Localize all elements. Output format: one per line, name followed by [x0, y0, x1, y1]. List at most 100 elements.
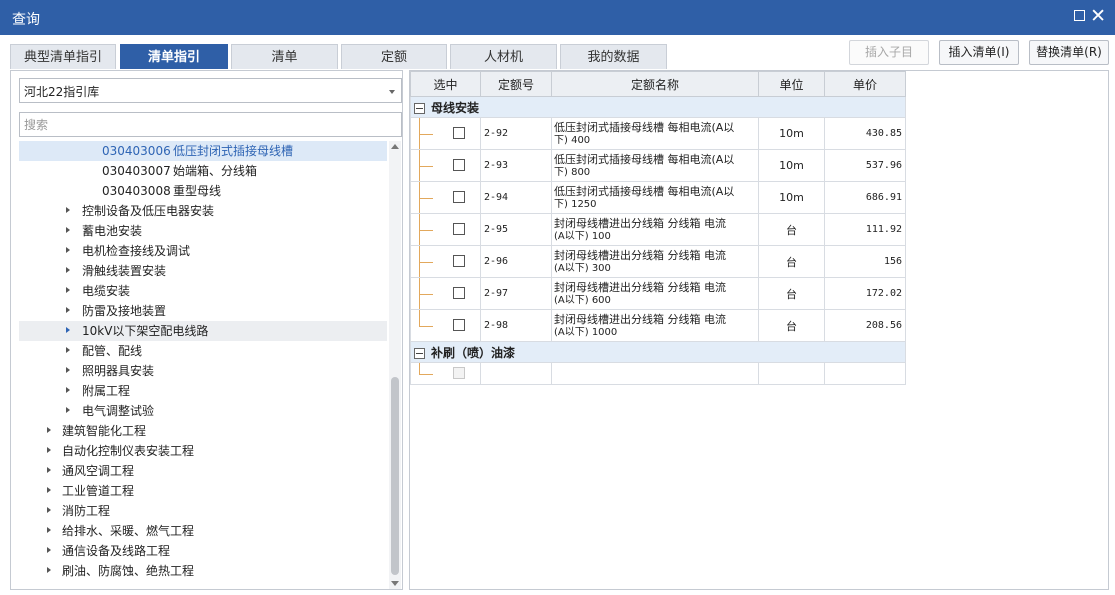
tree-item[interactable]: 消防工程: [19, 501, 387, 521]
tree-item[interactable]: 配管、配线: [19, 341, 387, 361]
tree-item[interactable]: 刷油、防腐蚀、绝热工程: [19, 561, 387, 581]
group-cell: 母线安装: [410, 96, 906, 118]
expand-arrow-icon[interactable]: [66, 307, 70, 313]
tab-quota[interactable]: 定额: [341, 44, 447, 69]
tree-item[interactable]: 控制设备及低压电器安装: [19, 201, 387, 221]
group-row[interactable]: 母线安装: [410, 96, 906, 118]
replace-list-button[interactable]: 替换清单(R): [1029, 40, 1109, 65]
column-header-name[interactable]: 定额名称: [551, 71, 759, 97]
tab-labor-material-machine[interactable]: 人材机: [450, 44, 557, 69]
quota-name-line1: 封闭母线槽进出分线箱 分线箱 电流: [554, 248, 726, 262]
library-select[interactable]: 河北22指引库: [19, 78, 402, 103]
tree-item[interactable]: 10kV以下架空配电线路: [19, 321, 387, 341]
tree-item-code: 030403008: [102, 184, 171, 198]
tree-item[interactable]: 给排水、采暖、燃气工程: [19, 521, 387, 541]
scroll-down-arrow-icon[interactable]: [391, 581, 399, 586]
quota-unit: 10m: [758, 117, 825, 150]
collapse-icon[interactable]: [414, 347, 425, 359]
tree-item[interactable]: 蓄电池安装: [19, 221, 387, 241]
column-header-unit[interactable]: 单位: [758, 71, 825, 97]
collapse-icon[interactable]: [414, 102, 425, 114]
tree-item[interactable]: 滑触线装置安装: [19, 261, 387, 281]
row-checkbox[interactable]: [453, 222, 465, 235]
tree-item[interactable]: 通信设备及线路工程: [19, 541, 387, 561]
table-row[interactable]: 2-94 低压封闭式插接母线槽 每相电流(A以 下) 1250 10m 686.9…: [410, 181, 906, 214]
expand-arrow-icon[interactable]: [47, 487, 51, 493]
table-row[interactable]: 2-95 封闭母线槽进出分线箱 分线箱 电流 (A以下) 100 台 111.92: [410, 213, 906, 246]
quota-unit: 10m: [758, 149, 825, 182]
expand-arrow-icon[interactable]: [66, 387, 70, 393]
tree-item[interactable]: 030403007 始端箱、分线箱: [19, 161, 387, 181]
group-row[interactable]: 补刷（喷）油漆: [410, 341, 906, 363]
expand-arrow-icon[interactable]: [66, 227, 70, 233]
tree-item-label: 自动化控制仪表安装工程: [62, 444, 195, 458]
expand-arrow-icon[interactable]: [66, 347, 70, 353]
quota-unit: 台: [758, 309, 825, 342]
tree-item[interactable]: 电缆安装: [19, 281, 387, 301]
row-checkbox[interactable]: [453, 158, 465, 171]
tree-item[interactable]: 电机检查接线及调试: [19, 241, 387, 261]
column-header-code[interactable]: 定额号: [480, 71, 552, 97]
select-cell: [410, 117, 481, 150]
tab-list[interactable]: 清单: [231, 44, 338, 69]
expand-arrow-icon[interactable]: [66, 207, 70, 213]
select-cell: [410, 362, 481, 385]
quota-code: 2-94: [480, 181, 552, 214]
chevron-down-icon[interactable]: [389, 90, 395, 94]
column-header-price[interactable]: 单价: [824, 71, 906, 97]
tree-scrollbar[interactable]: [389, 141, 401, 589]
expand-arrow-icon[interactable]: [47, 547, 51, 553]
expand-arrow-icon[interactable]: [47, 507, 51, 513]
tree-item[interactable]: 工业管道工程: [19, 481, 387, 501]
tree-item[interactable]: 030403008 重型母线: [19, 181, 387, 201]
tree-item[interactable]: 照明器具安装: [19, 361, 387, 381]
expand-arrow-icon[interactable]: [66, 287, 70, 293]
close-icon[interactable]: ✕: [1090, 5, 1106, 27]
tree-connector: [419, 229, 433, 231]
expand-arrow-icon[interactable]: [47, 567, 51, 573]
table-row[interactable]: 2-98 封闭母线槽进出分线箱 分线箱 电流 (A以下) 1000 台 208.5…: [410, 309, 906, 342]
expand-arrow-icon[interactable]: [47, 527, 51, 533]
expand-arrow-icon[interactable]: [66, 367, 70, 373]
tree-item[interactable]: 附属工程: [19, 381, 387, 401]
tab-my-data[interactable]: 我的数据: [560, 44, 667, 69]
tree-connector: [419, 197, 433, 199]
tree-item[interactable]: 防雷及接地装置: [19, 301, 387, 321]
table-row[interactable]: 2-96 封闭母线槽进出分线箱 分线箱 电流 (A以下) 300 台 156: [410, 245, 906, 278]
row-checkbox[interactable]: [453, 126, 465, 139]
row-checkbox[interactable]: [453, 190, 465, 203]
quota-name-line2: 下) 800: [554, 166, 591, 178]
row-checkbox[interactable]: [453, 286, 465, 299]
column-header-select[interactable]: 选中: [410, 71, 481, 97]
table-row[interactable]: 2-97 封闭母线槽进出分线箱 分线箱 电流 (A以下) 600 台 172.02: [410, 277, 906, 310]
expand-arrow-icon[interactable]: [47, 427, 51, 433]
insert-list-button[interactable]: 插入清单(I): [939, 40, 1019, 65]
insert-child-button[interactable]: 插入子目: [849, 40, 929, 65]
search-input[interactable]: [19, 112, 402, 137]
tree-item-selected[interactable]: 030403006 低压封闭式插接母线槽: [19, 141, 387, 161]
quota-name-line1: 封闭母线槽进出分线箱 分线箱 电流: [554, 312, 726, 326]
expand-arrow-icon[interactable]: [66, 267, 70, 273]
table-row[interactable]: 2-92 低压封闭式插接母线槽 每相电流(A以 下) 400 10m 430.85: [410, 117, 906, 150]
tree-item[interactable]: 自动化控制仪表安装工程: [19, 441, 387, 461]
scroll-up-arrow-icon[interactable]: [391, 144, 399, 149]
row-checkbox[interactable]: [453, 318, 465, 331]
tab-list-guide[interactable]: 清单指引: [120, 44, 228, 69]
expand-arrow-icon[interactable]: [66, 247, 70, 253]
expand-arrow-icon[interactable]: [66, 327, 70, 333]
table-row[interactable]: 2-93 低压封闭式插接母线槽 每相电流(A以 下) 800 10m 537.96: [410, 149, 906, 182]
maximize-icon[interactable]: [1074, 10, 1085, 21]
expand-arrow-icon[interactable]: [47, 447, 51, 453]
expand-arrow-icon[interactable]: [66, 407, 70, 413]
tree-item[interactable]: 建筑智能化工程: [19, 421, 387, 441]
table-header-row: 选中 定额号 定额名称 单位 单价: [410, 71, 906, 97]
table-row[interactable]: [410, 362, 906, 385]
quota-price: 156: [824, 245, 906, 278]
expand-arrow-icon[interactable]: [47, 467, 51, 473]
quota-name: 封闭母线槽进出分线箱 分线箱 电流 (A以下) 100: [551, 213, 759, 246]
tree-item[interactable]: 通风空调工程: [19, 461, 387, 481]
tree-item[interactable]: 电气调整试验: [19, 401, 387, 421]
tab-typical-list-guide[interactable]: 典型清单指引: [10, 44, 116, 69]
scrollbar-thumb[interactable]: [391, 377, 399, 575]
row-checkbox[interactable]: [453, 254, 465, 267]
